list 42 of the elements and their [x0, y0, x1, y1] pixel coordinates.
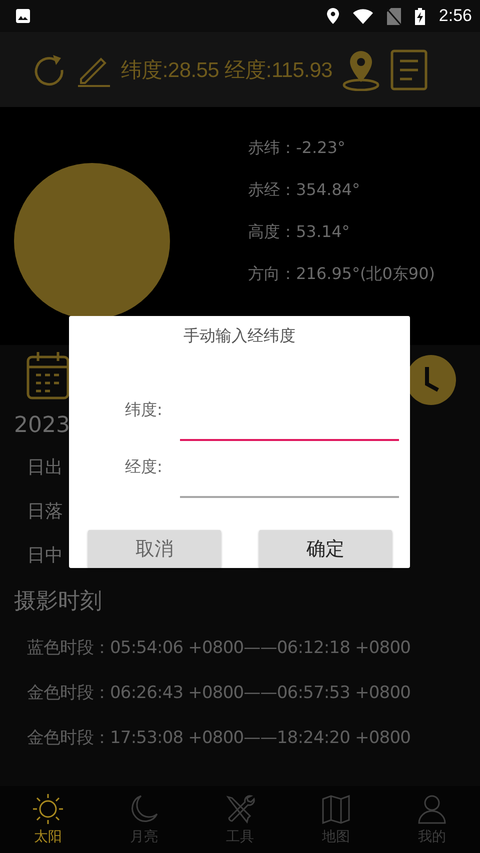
dialog-title: 手动输入经纬度: [184, 326, 296, 347]
confirm-button[interactable]: 确定: [259, 530, 392, 568]
sun-event-text: 日出: [26, 456, 63, 480]
image-icon: [15, 8, 31, 24]
nav-tab[interactable]: 地图: [288, 786, 384, 853]
nav-label: 工具: [226, 828, 254, 846]
cancel-button[interactable]: 取消: [88, 530, 221, 568]
sun-info-text: 高度：53.14°: [248, 221, 351, 243]
sun-event-text: 日中: [26, 544, 63, 568]
field-label: 纬度:: [125, 400, 164, 420]
coordinates-text: 纬度:28.55 经度:115.93: [121, 58, 332, 84]
calendar-icon[interactable]: [26, 350, 70, 400]
tools-icon: [225, 794, 255, 824]
nav-tab[interactable]: 我的: [384, 786, 480, 853]
date-text: 2023: [14, 412, 70, 440]
nav-label: 我的: [418, 828, 446, 846]
document-icon[interactable]: [390, 48, 428, 90]
section-title: 摄影时刻: [14, 588, 102, 616]
moon-icon: [129, 794, 159, 824]
nav-label: 月亮: [130, 828, 158, 846]
sun-info-text: 赤纬：-2.23°: [248, 137, 346, 159]
photo-time-text: 金色时段：06:26:43 +0800——06:57:53 +0800: [26, 682, 411, 705]
map-icon: [321, 794, 351, 824]
no-sim-icon: [386, 8, 401, 24]
sun-info-text: 方向：216.95°(北0东90): [248, 263, 436, 285]
location-icon: [326, 8, 339, 24]
field-label: 经度:: [125, 457, 164, 478]
sun-icon: [33, 794, 63, 824]
person-icon: [417, 794, 447, 824]
nav-tab[interactable]: 工具: [192, 786, 288, 853]
nav-label: 太阳: [34, 828, 62, 846]
battery-icon: [414, 8, 425, 24]
nav-tab[interactable]: 太阳: [0, 786, 96, 853]
wifi-icon: [352, 8, 373, 24]
status-time: 2:56: [438, 6, 472, 26]
nav-tab[interactable]: 月亮: [96, 786, 192, 853]
nav-label: 地图: [322, 828, 350, 846]
location-pin-icon[interactable]: [342, 48, 380, 90]
photo-time-text: 蓝色时段：05:54:06 +0800——06:12:18 +0800: [26, 637, 411, 660]
photo-time-text: 金色时段：17:53:08 +0800——18:24:20 +0800: [26, 727, 411, 750]
sun-event-text: 日落: [26, 500, 63, 524]
sun-info-text: 赤经：354.84°: [248, 179, 361, 201]
